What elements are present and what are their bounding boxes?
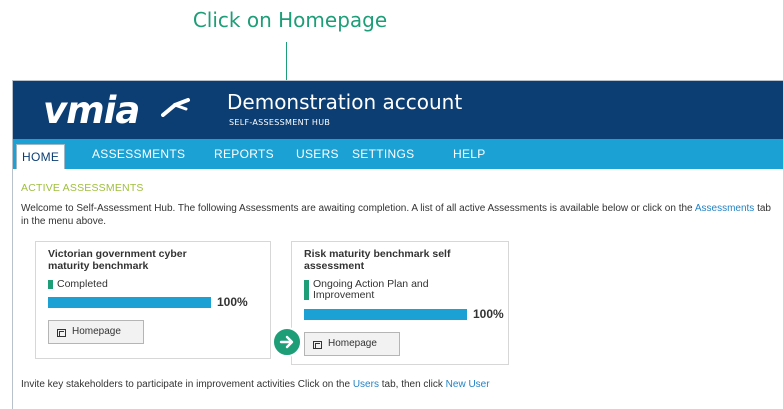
homepage-button-label: Homepage: [72, 326, 121, 337]
status-marker: [304, 280, 309, 300]
vmia-logo-mark: [161, 98, 190, 117]
tab-reports[interactable]: REPORTS: [214, 147, 274, 161]
tab-home[interactable]: HOME: [16, 144, 66, 169]
card-title: Victorian government cyber maturity bench…: [48, 248, 187, 272]
homepage-button[interactable]: Homepage: [48, 320, 144, 344]
tab-settings[interactable]: SETTINGS: [352, 147, 414, 161]
account-title: Demonstration account: [227, 90, 463, 114]
status-marker: [48, 280, 53, 289]
instruction-callout: Click on Homepage: [192, 8, 388, 32]
progress-bar: [304, 309, 467, 320]
card-title: Risk maturity benchmark self assessment: [304, 248, 451, 272]
assessments-link[interactable]: Assessments: [695, 203, 754, 214]
tab-assessments[interactable]: ASSESSMENTS: [92, 147, 185, 161]
homepage-button-label: Homepage: [328, 338, 377, 349]
hub-subtitle: SELF-ASSESSMENT HUB: [229, 118, 331, 127]
vmia-logo: vmia: [43, 89, 140, 132]
status-text: Completed: [57, 278, 108, 290]
app-header: vmia Demonstration account SELF-ASSESSME…: [13, 81, 783, 139]
invite-text: Invite key stakeholders to participate i…: [21, 379, 490, 390]
app-window: vmia Demonstration account SELF-ASSESSME…: [12, 80, 783, 409]
progress-fill: [304, 309, 467, 320]
users-link[interactable]: Users: [353, 379, 379, 390]
new-user-link[interactable]: New User: [446, 379, 490, 390]
intro-text: Welcome to Self-Assessment Hub. The foll…: [21, 203, 781, 228]
assessment-card-cyber: Victorian government cyber maturity bench…: [35, 241, 271, 359]
assessment-card-risk: Risk maturity benchmark self assessment O…: [291, 241, 509, 365]
section-title: ACTIVE ASSESSMENTS: [21, 182, 144, 194]
main-nav: HOME ASSESSMENTS REPORTS USERS SETTINGS …: [13, 139, 783, 169]
progress-label: 100%: [473, 307, 504, 321]
tab-users[interactable]: USERS: [296, 147, 339, 161]
homepage-icon: [57, 329, 66, 337]
arrow-right-icon: [272, 327, 302, 357]
progress-label: 100%: [217, 295, 248, 309]
status-text: Ongoing Action Plan and Improvement: [313, 278, 429, 301]
homepage-icon: [313, 341, 322, 349]
intro-text-start: Welcome to Self-Assessment Hub. The foll…: [21, 203, 695, 214]
progress-fill: [48, 297, 211, 308]
tab-help[interactable]: HELP: [453, 147, 486, 161]
homepage-button[interactable]: Homepage: [304, 332, 400, 356]
progress-bar: [48, 297, 211, 308]
